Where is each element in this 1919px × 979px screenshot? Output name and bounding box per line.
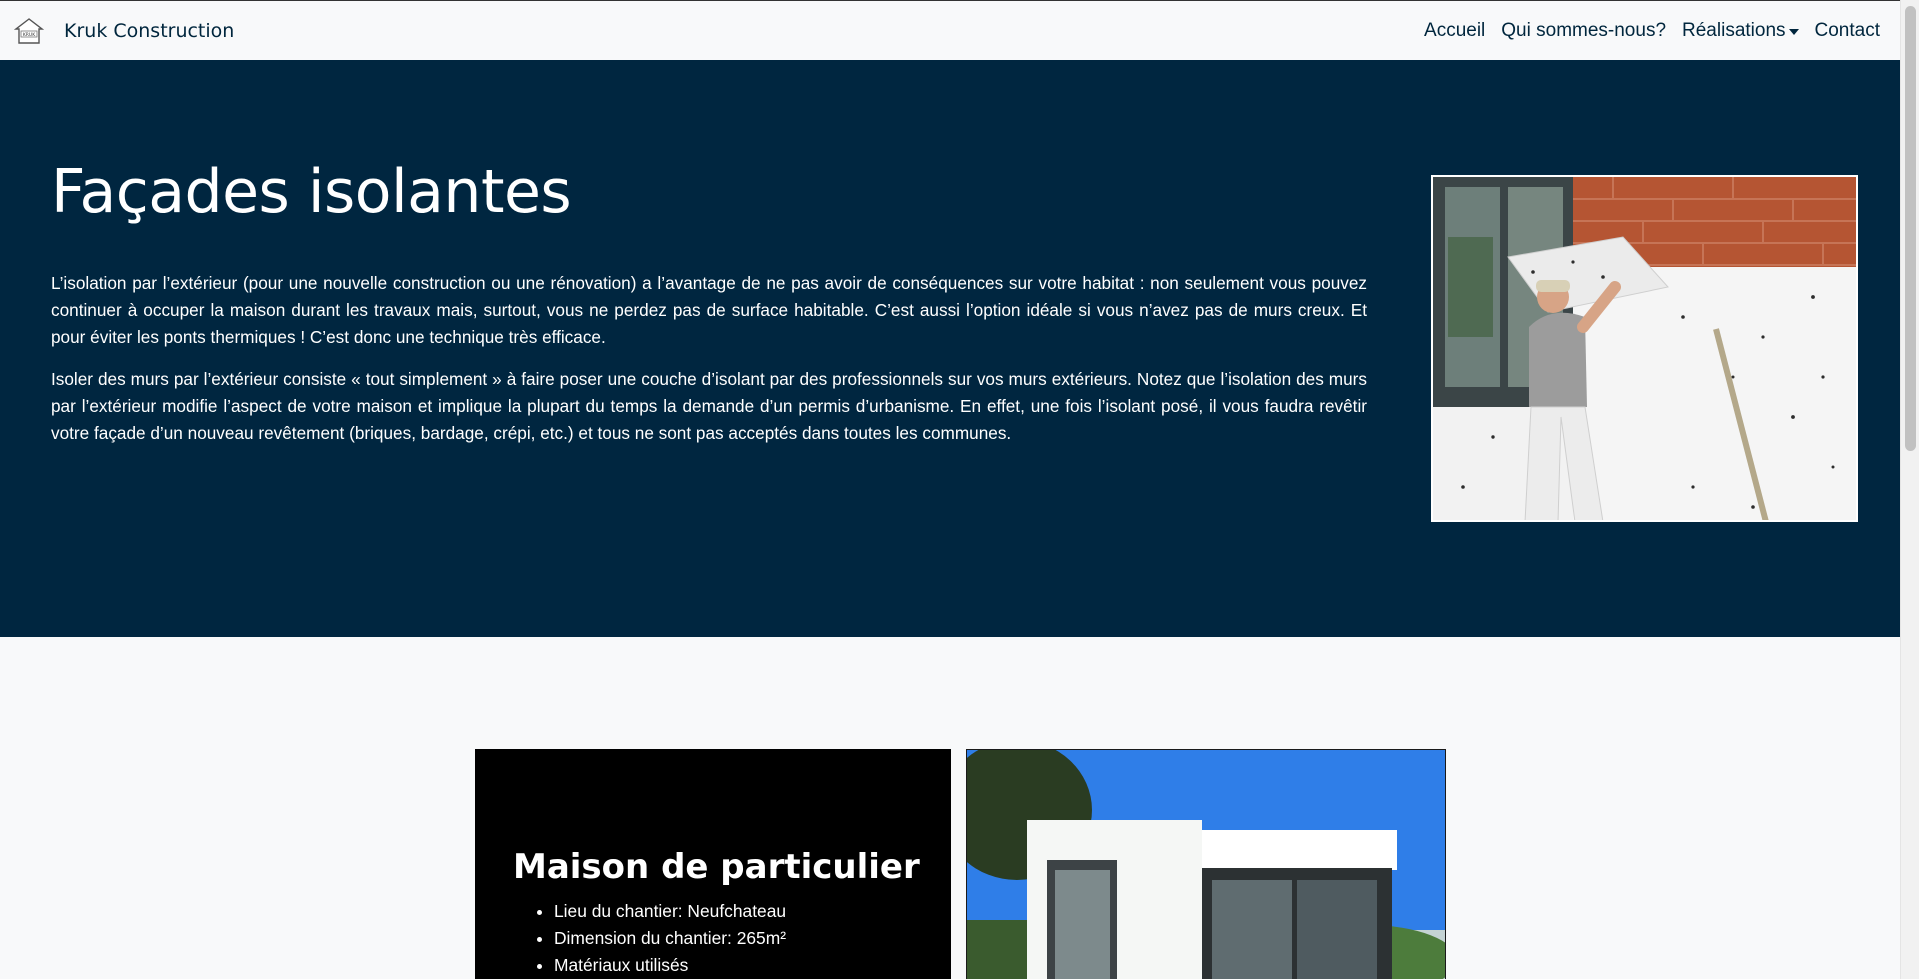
list-item: Matériaux utilisés (554, 952, 786, 979)
house-logo-icon[interactable]: KRUK (14, 17, 44, 45)
nav-link-label: Qui sommes-nous? (1501, 20, 1667, 41)
svg-text:KRUK: KRUK (23, 32, 36, 38)
hero-paragraph: L’isolation par l’extérieur (pour une no… (51, 273, 1367, 347)
scrollbar-thumb[interactable] (1905, 6, 1916, 451)
worker-insulation-photo (1431, 175, 1858, 522)
nav-links: Accueil Qui sommes-nous? Réalisations Co… (1424, 20, 1880, 42)
nav-link-accueil[interactable]: Accueil (1424, 20, 1485, 42)
vertical-scrollbar[interactable] (1900, 0, 1919, 979)
nav-dropdown-realisations[interactable]: Réalisations (1682, 20, 1799, 42)
project-info-panel: Maison de particulier Lieu du chantier: … (475, 749, 951, 979)
project-title: Maison de particulier (513, 847, 920, 887)
brand-name[interactable]: Kruk Construction (64, 20, 234, 42)
nav-link-label: Contact (1814, 20, 1880, 41)
nav-link-qui-sommes-nous[interactable]: Qui sommes-nous? (1501, 20, 1666, 42)
hero-section: Façades isolantes L’isolation par l’exté… (0, 60, 1900, 637)
list-item: Lieu du chantier: Neufchateau (554, 898, 786, 925)
caret-down-icon (1788, 29, 1799, 35)
project-house-photo (966, 749, 1446, 979)
worker-insulation-illustration (1433, 177, 1856, 520)
hero-paragraph: Isoler des murs par l’extérieur consiste… (51, 369, 1367, 443)
nav-link-label: Réalisations (1682, 20, 1786, 41)
list-item: Dimension du chantier: 265m² (554, 925, 786, 952)
page-title: Façades isolantes (51, 157, 572, 227)
nav-link-contact[interactable]: Contact (1815, 20, 1880, 42)
modern-house-illustration (967, 750, 1445, 979)
project-details-list: Lieu du chantier: Neufchateau Dimension … (554, 898, 786, 979)
nav-link-label: Accueil (1424, 20, 1486, 41)
top-navbar: KRUK Kruk Construction Accueil Qui somme… (0, 0, 1900, 60)
hero-description: L’isolation par l’extérieur (pour une no… (51, 270, 1367, 462)
